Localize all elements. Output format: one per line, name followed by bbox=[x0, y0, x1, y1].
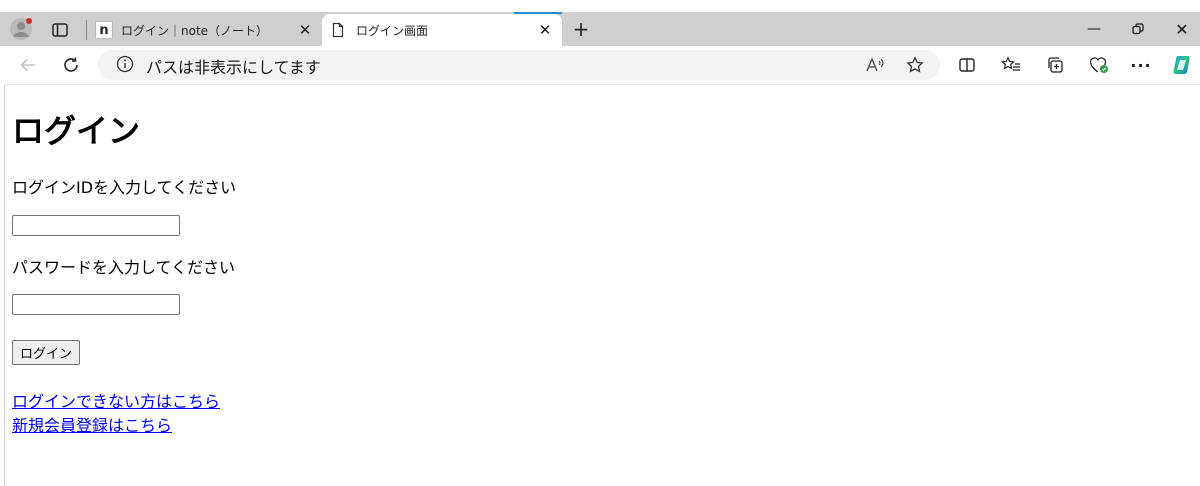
copilot-icon[interactable] bbox=[1171, 53, 1195, 77]
cannot-login-link[interactable]: ログインできない方はこちら bbox=[12, 388, 220, 412]
address-bar-text[interactable]: パスは非表示にしてます bbox=[146, 54, 321, 78]
page-title: ログイン bbox=[12, 112, 141, 150]
tab-note-login[interactable]: n ログイン｜note（ノート） ✕ bbox=[92, 14, 322, 46]
login-button[interactable]: ログイン bbox=[12, 340, 80, 365]
password-input[interactable] bbox=[12, 294, 180, 315]
minimize-icon[interactable]: — bbox=[1079, 17, 1109, 41]
info-icon[interactable] bbox=[116, 55, 134, 73]
window-close-icon[interactable]: ✕ bbox=[1167, 17, 1197, 41]
restore-icon[interactable] bbox=[1123, 17, 1153, 41]
tab-separator bbox=[86, 20, 87, 40]
profile-avatar-icon[interactable] bbox=[9, 17, 33, 41]
document-icon bbox=[330, 22, 346, 38]
page-content: ログイン ログインIDを入力してください パスワードを入力してください ログイン… bbox=[0, 84, 1200, 486]
close-icon[interactable]: ✕ bbox=[294, 19, 316, 41]
favorite-star-icon[interactable] bbox=[903, 53, 927, 77]
login-id-label: ログインIDを入力してください bbox=[12, 178, 237, 197]
note-favicon-icon: n bbox=[95, 21, 113, 39]
close-icon[interactable]: ✕ bbox=[534, 19, 556, 41]
read-aloud-icon[interactable] bbox=[864, 53, 888, 77]
tab-title: ログイン｜note（ノート） bbox=[121, 23, 269, 38]
password-label: パスワードを入力してください bbox=[12, 258, 236, 277]
new-tab-plus-icon[interactable]: + bbox=[570, 17, 592, 41]
tab-actions-icon[interactable] bbox=[51, 21, 69, 39]
tab-login-screen[interactable]: ログイン画面 ✕ bbox=[322, 14, 562, 46]
tab-title: ログイン画面 bbox=[356, 23, 429, 38]
back-arrow-icon[interactable] bbox=[16, 53, 40, 77]
login-id-input[interactable] bbox=[12, 215, 180, 236]
split-screen-icon[interactable] bbox=[955, 53, 979, 77]
favorites-icon[interactable] bbox=[999, 53, 1023, 77]
refresh-icon[interactable] bbox=[59, 53, 83, 77]
browser-essentials-icon[interactable] bbox=[1087, 53, 1111, 77]
more-options-icon[interactable]: ··· bbox=[1129, 53, 1153, 77]
collections-icon[interactable] bbox=[1043, 53, 1067, 77]
register-link[interactable]: 新規会員登録はこちら bbox=[12, 412, 172, 436]
